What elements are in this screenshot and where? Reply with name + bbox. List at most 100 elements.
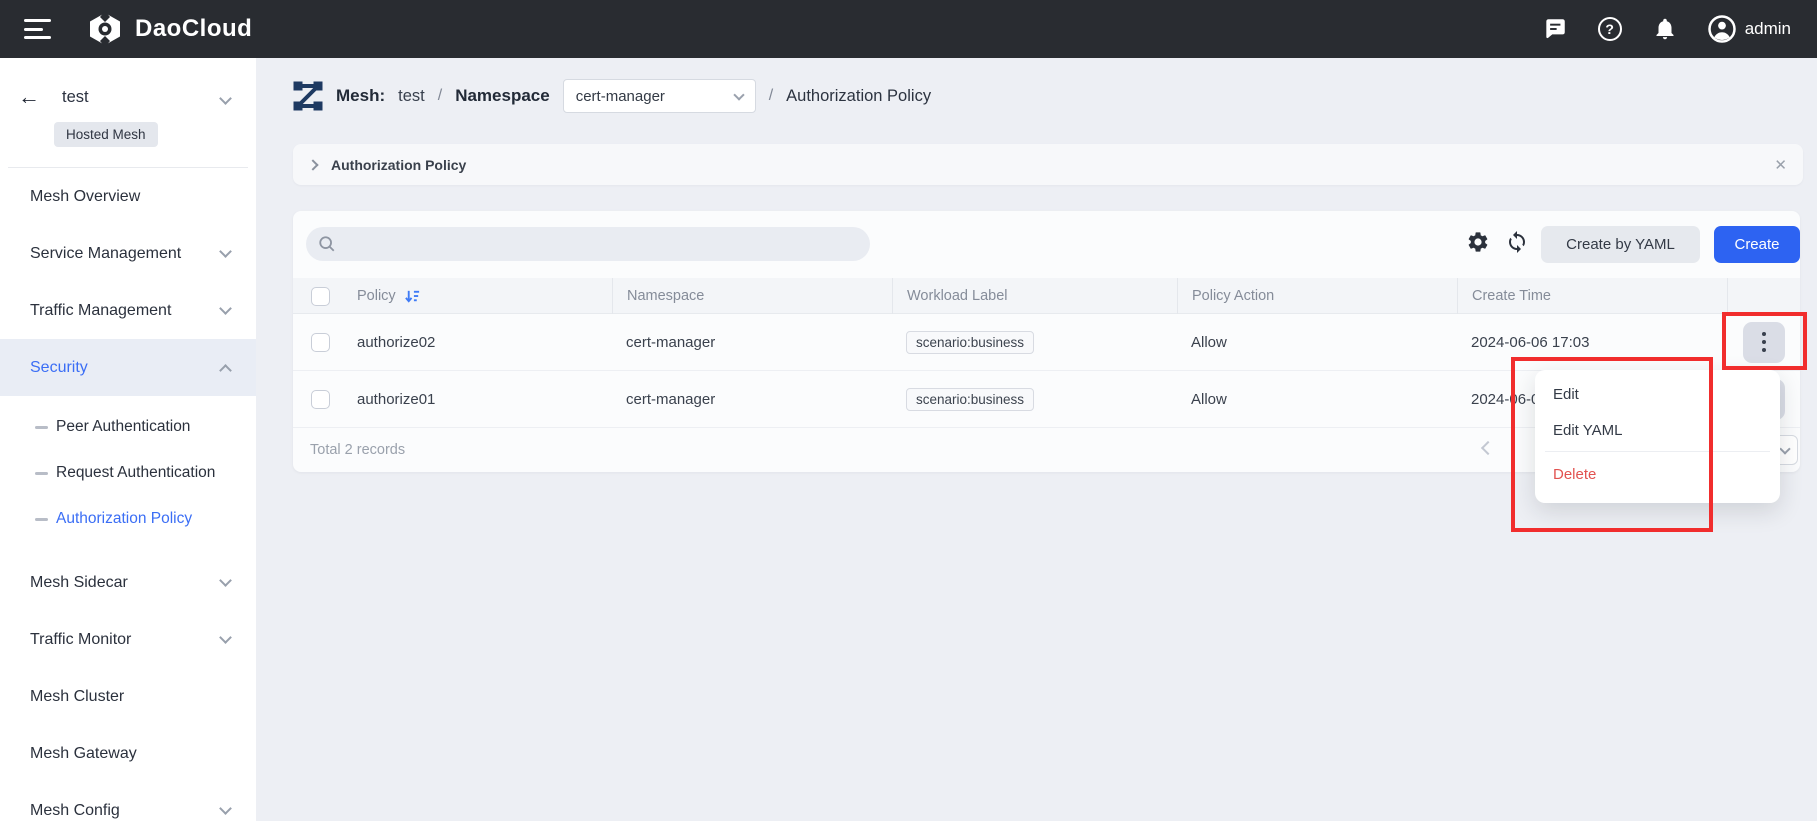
expand-chevron-icon[interactable] — [307, 159, 318, 170]
app: DaoCloud ? admin ← test Hosted Mesh — [0, 0, 1817, 821]
mesh-header: ← test — [0, 58, 256, 108]
brand-name: DaoCloud — [135, 15, 252, 43]
sidebar-item[interactable]: Authorization Policy — [0, 496, 256, 542]
brand: DaoCloud — [87, 11, 252, 47]
username: admin — [1745, 19, 1791, 39]
dash-icon — [35, 426, 48, 429]
close-icon[interactable]: ✕ — [1774, 156, 1787, 174]
sidebar-item-label: Authorization Policy — [56, 510, 192, 528]
sidebar-item[interactable]: Request Authentication — [0, 450, 256, 496]
cell-create-time: 2024-06-06 17:03 — [1457, 334, 1727, 351]
column-actions — [1727, 278, 1800, 314]
sort-descending-icon[interactable] — [404, 288, 421, 305]
chevron-icon — [219, 574, 232, 587]
sidebar-item[interactable]: Peer Authentication — [0, 404, 256, 450]
sidebar-item[interactable]: Mesh Sidecar — [0, 554, 256, 611]
cell-namespace: cert-manager — [612, 391, 892, 408]
back-arrow-icon[interactable]: ← — [18, 86, 40, 108]
breadcrumb: Mesh: test / Namespace cert-manager / Au… — [293, 78, 931, 114]
chevron-down-icon — [733, 89, 744, 100]
cell-policy: authorize01 — [343, 391, 612, 408]
chevron-icon — [219, 364, 232, 377]
sidebar-item-label: Mesh Overview — [30, 188, 140, 206]
workload-label-tag: scenario:business — [906, 331, 1034, 354]
dash-icon — [35, 472, 48, 475]
namespace-label: Namespace — [455, 86, 550, 106]
create-by-yaml-button[interactable]: Create by YAML — [1541, 226, 1700, 263]
workload-label-tag: scenario:business — [906, 388, 1034, 411]
sidebar-item-label: Peer Authentication — [56, 418, 190, 436]
select-all-checkbox[interactable] — [311, 287, 330, 306]
chevron-down-icon[interactable] — [219, 92, 232, 105]
user-menu[interactable]: admin — [1707, 14, 1791, 44]
chevron-icon — [219, 631, 232, 644]
column-policy: Policy — [343, 278, 612, 314]
sidebar-item[interactable]: Mesh Config — [0, 782, 256, 821]
sidebar-item[interactable]: Mesh Cluster — [0, 668, 256, 725]
cell-policy: authorize02 — [343, 334, 612, 351]
table-toolbar: Create by YAML Create — [293, 211, 1800, 278]
mesh-label: Mesh: — [336, 86, 385, 106]
hosted-mesh-badge: Hosted Mesh — [54, 122, 158, 147]
sidebar-item[interactable]: Mesh Gateway — [0, 725, 256, 782]
refresh-icon[interactable] — [1504, 229, 1530, 255]
create-button[interactable]: Create — [1714, 226, 1800, 263]
mesh-icon — [293, 81, 323, 111]
search-icon — [318, 235, 336, 253]
column-namespace: Namespace — [612, 278, 892, 314]
collapsible-banner: Authorization Policy ✕ — [293, 144, 1803, 185]
sidebar-item-label: Mesh Gateway — [30, 745, 137, 763]
breadcrumb-separator: / — [769, 87, 773, 105]
total-records: Total 2 records — [310, 442, 405, 458]
sidebar-nav: Mesh Overview Service Management Traffic… — [0, 168, 256, 821]
sidebar-item[interactable]: Service Management — [0, 225, 256, 282]
sidebar-item-label: Traffic Management — [30, 302, 171, 320]
sidebar-item[interactable]: Traffic Management — [0, 282, 256, 339]
chat-icon[interactable] — [1542, 16, 1568, 42]
banner-title: Authorization Policy — [331, 157, 466, 173]
search-box — [306, 227, 870, 261]
sidebar-item-label: Request Authentication — [56, 464, 215, 482]
menu-item[interactable]: Delete — [1535, 456, 1780, 492]
menu-item[interactable]: Edit YAML — [1535, 412, 1780, 448]
column-create-time: Create Time — [1457, 278, 1727, 314]
gear-icon[interactable] — [1465, 229, 1491, 255]
sidebar-item-label: Mesh Config — [30, 802, 120, 820]
mesh-name: test — [62, 88, 89, 107]
row-checkbox[interactable] — [311, 390, 330, 409]
sidebar-item-label: Mesh Cluster — [30, 688, 124, 706]
row-checkbox[interactable] — [311, 333, 330, 352]
row-actions-menu: Edit Edit YAML Delete — [1535, 370, 1780, 503]
breadcrumb-page-title: Authorization Policy — [786, 87, 931, 106]
dash-icon — [35, 518, 48, 521]
header-checkbox-cell — [293, 278, 343, 314]
sidebar-item-label: Mesh Sidecar — [30, 574, 128, 592]
daocloud-logo-icon — [87, 11, 123, 47]
help-icon[interactable]: ? — [1597, 16, 1623, 42]
chevron-icon — [219, 245, 232, 258]
sidebar-item-label: Traffic Monitor — [30, 631, 131, 649]
breadcrumb-separator: / — [438, 87, 442, 105]
table-header: Policy Namespace Workload Label Policy A… — [293, 278, 1800, 314]
sidebar-item[interactable]: Security — [0, 339, 256, 396]
topbar: DaoCloud ? admin — [0, 0, 1817, 58]
menu-toggle-icon[interactable] — [24, 19, 51, 39]
mesh-value: test — [398, 87, 425, 106]
chevron-icon — [219, 302, 232, 315]
notifications-bell-icon[interactable] — [1652, 16, 1678, 42]
sidebar-item-label: Service Management — [30, 245, 181, 263]
sidebar-item[interactable]: Mesh Overview — [0, 168, 256, 225]
row-actions-kebab-button[interactable] — [1743, 322, 1785, 363]
chevron-down-icon — [1779, 443, 1790, 454]
sidebar-item-label: Security — [30, 359, 88, 377]
sidebar-item[interactable]: Traffic Monitor — [0, 611, 256, 668]
topbar-right: ? admin — [1542, 14, 1793, 44]
menu-item[interactable]: Edit — [1535, 376, 1780, 412]
namespace-select[interactable]: cert-manager — [563, 79, 756, 113]
cell-namespace: cert-manager — [612, 334, 892, 351]
cell-policy-action: Allow — [1177, 334, 1457, 351]
search-input[interactable] — [344, 236, 824, 253]
chevron-icon — [219, 802, 232, 815]
table-row: authorize02 cert-manager scenario:busine… — [293, 314, 1800, 371]
sidebar: ← test Hosted Mesh Mesh Overview Service… — [0, 58, 256, 821]
